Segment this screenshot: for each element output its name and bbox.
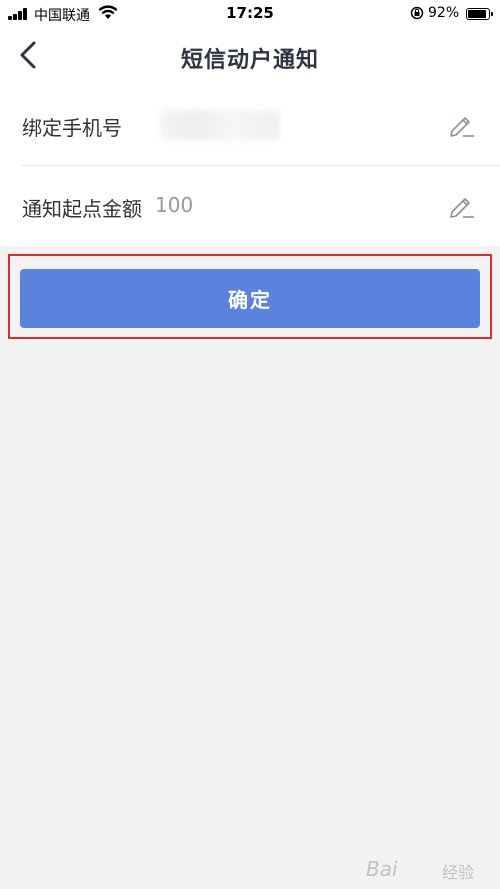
watermark-text: Bai [366,857,398,881]
navigation-bar: 短信动户通知 [0,26,500,84]
amount-row[interactable]: 通知起点金额 100 [0,165,500,246]
settings-form: 绑定手机号 通知起点金额 100 [0,84,500,246]
page-title: 短信动户通知 [180,48,319,73]
battery-icon [466,8,493,20]
battery-percentage: 92% [428,5,460,21]
phone-row[interactable]: 绑定手机号 [0,84,500,165]
pencil-icon[interactable] [448,112,476,138]
rotation-lock-icon [410,6,424,20]
watermark-logo: Bai 经验 [366,853,484,883]
status-bar: 中国联通 17:25 92% [0,0,500,26]
phone-value-redacted [160,110,280,140]
amount-value: 100 [155,193,194,217]
phone-label: 绑定手机号 [22,116,122,140]
watermark-text-2: 经验 [442,863,475,882]
pencil-icon[interactable] [448,193,476,219]
amount-label: 通知起点金额 [22,197,142,221]
confirm-button[interactable]: 确定 [20,269,480,328]
clock-time: 17:25 [226,4,274,22]
